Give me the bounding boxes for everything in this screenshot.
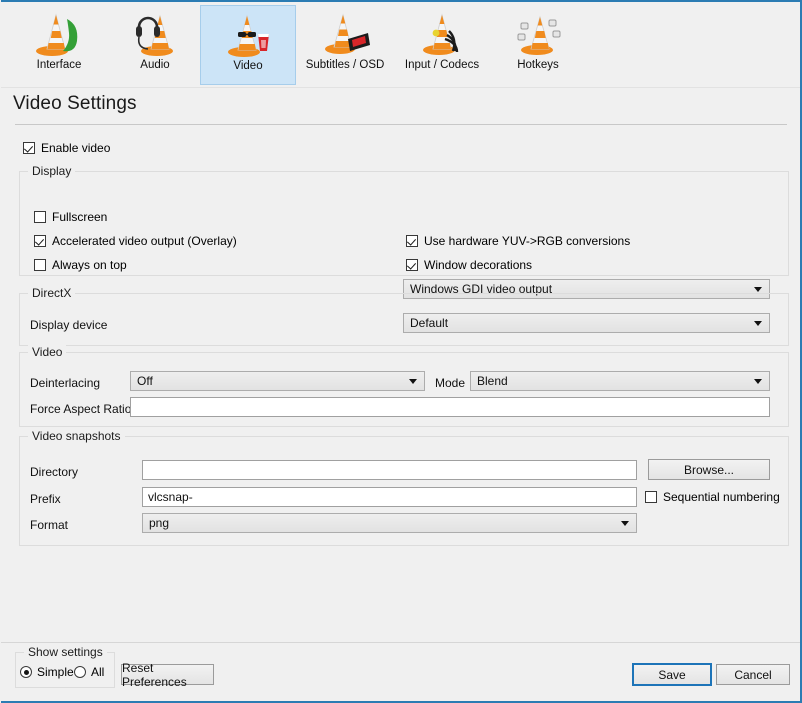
sequential-numbering-label: Sequential numbering	[663, 490, 780, 504]
preferences-toolbar: Interface Audio Video Subtitles / OSD In…	[1, 2, 800, 88]
show-settings-simple-label: Simple	[37, 665, 74, 679]
enable-video-label: Enable video	[41, 141, 111, 155]
tab-subtitles-osd[interactable]: Subtitles / OSD	[297, 5, 393, 85]
tab-hotkeys-label: Hotkeys	[517, 59, 559, 71]
page-title: Video Settings	[13, 93, 137, 114]
fullscreen-checkbox[interactable]: Fullscreen	[34, 210, 107, 224]
always-on-top-label: Always on top	[52, 258, 127, 272]
directory-label: Directory	[30, 465, 79, 479]
tab-audio[interactable]: Audio	[107, 5, 203, 85]
tab-interface[interactable]: Interface	[11, 5, 107, 85]
checkbox-box-icon	[34, 259, 46, 271]
title-separator	[15, 124, 787, 125]
window-decorations-label: Window decorations	[424, 258, 533, 272]
overlay-checkbox[interactable]: Accelerated video output (Overlay)	[34, 234, 237, 248]
display-device-label: Display device	[30, 318, 108, 332]
checkbox-box-icon	[34, 211, 46, 223]
chevron-down-icon	[754, 379, 762, 384]
radio-dot-icon	[20, 666, 32, 678]
tab-input-codecs[interactable]: Input / Codecs	[394, 5, 490, 85]
tab-hotkeys[interactable]: Hotkeys	[490, 5, 586, 85]
prefix-label: Prefix	[30, 492, 61, 506]
vlc-cone-keys-icon	[513, 9, 563, 57]
reset-preferences-button[interactable]: Reset Preferences	[121, 661, 214, 689]
force-aspect-ratio-label: Force Aspect Ratio	[30, 402, 132, 416]
vlc-cone-subtitles-icon	[320, 9, 370, 57]
show-settings-all-radio[interactable]: All	[74, 665, 104, 679]
display-device-select[interactable]: Default	[403, 313, 770, 333]
cancel-label: Cancel	[734, 667, 772, 682]
mode-value: Blend	[477, 374, 508, 388]
deinterlacing-select[interactable]: Off	[130, 371, 425, 391]
prefix-input[interactable]: vlcsnap-	[142, 487, 637, 507]
display-group-legend: Display	[28, 164, 76, 178]
chevron-down-icon	[754, 321, 762, 326]
directory-input[interactable]	[142, 460, 637, 480]
format-select[interactable]: png	[142, 513, 637, 533]
checkbox-box-icon	[23, 142, 35, 154]
overlay-label: Accelerated video output (Overlay)	[52, 234, 237, 248]
tab-video-label: Video	[233, 60, 263, 72]
chevron-down-icon	[754, 287, 762, 292]
dialog-footer: Show settings Simple All Reset Preferenc…	[1, 642, 800, 703]
display-device-value: Default	[410, 316, 449, 330]
deinterlacing-label: Deinterlacing	[30, 376, 101, 390]
fullscreen-label: Fullscreen	[52, 210, 108, 224]
sequential-numbering-checkbox[interactable]: Sequential numbering	[645, 490, 780, 504]
tab-interface-label: Interface	[36, 59, 82, 71]
always-on-top-checkbox[interactable]: Always on top	[34, 258, 127, 272]
browse-button[interactable]: Browse...	[648, 459, 770, 480]
window-decorations-checkbox[interactable]: Window decorations	[406, 258, 532, 272]
format-value: png	[149, 516, 170, 530]
show-settings-group: Show settings Simple All	[15, 645, 115, 688]
chevron-down-icon	[409, 379, 417, 384]
directx-group-legend: DirectX	[28, 286, 76, 300]
mode-select[interactable]: Blend	[470, 371, 770, 391]
vlc-cone-interface-icon	[34, 9, 84, 57]
mode-label: Mode	[435, 376, 466, 390]
prefix-value: vlcsnap-	[148, 490, 193, 504]
browse-label: Browse...	[683, 462, 734, 477]
tab-video[interactable]: Video	[200, 5, 296, 85]
preferences-dialog: Interface Audio Video Subtitles / OSD In…	[0, 0, 802, 703]
yuv-rgb-label: Use hardware YUV->RGB conversions	[424, 234, 631, 248]
video-snapshots-group-legend: Video snapshots	[28, 429, 125, 443]
show-settings-all-label: All	[91, 665, 105, 679]
show-settings-legend: Show settings	[24, 645, 107, 659]
vlc-cone-video-icon	[223, 10, 273, 58]
vlc-cone-cables-icon	[417, 9, 467, 57]
video-snapshots-group: Video snapshots Directory Browse... Pref…	[19, 429, 789, 546]
tab-audio-label: Audio	[140, 59, 170, 71]
yuv-rgb-checkbox[interactable]: Use hardware YUV->RGB conversions	[406, 234, 630, 248]
tab-subtitles-osd-label: Subtitles / OSD	[305, 59, 385, 71]
tab-input-codecs-label: Input / Codecs	[404, 59, 480, 71]
radio-dot-icon	[74, 666, 86, 678]
cancel-button[interactable]: Cancel	[716, 664, 790, 685]
show-settings-simple-radio[interactable]: Simple	[20, 665, 74, 679]
display-group: Display Fullscreen Accelerated video out…	[19, 164, 789, 299]
checkbox-box-icon	[645, 491, 657, 503]
video-settings-panel: Enable video Display Fullscreen Accelera…	[1, 126, 800, 643]
checkbox-box-icon	[406, 259, 418, 271]
checkbox-box-icon	[406, 235, 418, 247]
checkbox-box-icon	[34, 235, 46, 247]
format-label: Format	[30, 518, 69, 532]
save-label: Save	[658, 667, 686, 682]
enable-video-checkbox[interactable]: Enable video	[23, 141, 110, 155]
directx-group: DirectX Display device Default	[19, 286, 789, 346]
video-group: Video Deinterlacing Off Mode Blend Force…	[19, 345, 789, 427]
reset-preferences-label: Reset Preferences	[122, 660, 187, 689]
save-button[interactable]: Save	[632, 663, 712, 686]
chevron-down-icon	[621, 521, 629, 526]
force-aspect-ratio-input[interactable]	[130, 397, 770, 417]
vlc-cone-headphones-icon	[130, 9, 180, 57]
deinterlacing-value: Off	[137, 374, 153, 388]
video-group-legend: Video	[28, 345, 67, 359]
